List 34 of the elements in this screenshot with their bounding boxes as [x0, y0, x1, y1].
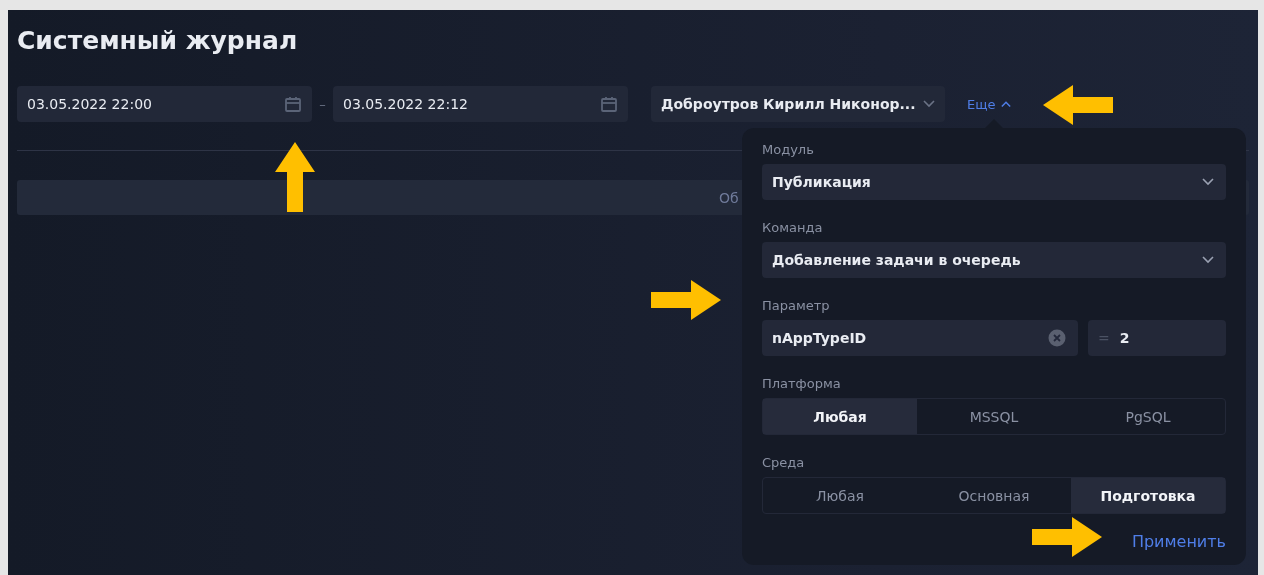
value-field[interactable]: = 2	[1088, 320, 1226, 356]
module-select[interactable]: Публикация	[762, 164, 1226, 200]
more-link[interactable]: Еще	[967, 96, 1012, 112]
chevron-down-icon	[1202, 256, 1214, 264]
arrow-icon	[275, 142, 315, 212]
segment-option[interactable]: Любая	[763, 478, 917, 513]
arrow-icon	[1043, 85, 1113, 125]
arrow-icon	[651, 280, 721, 320]
field-label: Команда	[762, 220, 824, 236]
segment-option[interactable]: Основная	[917, 478, 1071, 513]
date-field[interactable]: 03.05.2022 22:12	[333, 86, 628, 122]
segment-option[interactable]: Любая	[763, 399, 917, 434]
field-label: Модуль	[762, 142, 815, 158]
page-title: Системный журнал	[17, 25, 299, 57]
field-label: Среда	[762, 455, 806, 471]
parameter-field[interactable]: nAppTypeID	[762, 320, 1078, 356]
field-label: Платформа	[762, 376, 842, 392]
apply-link[interactable]: Применить	[1131, 532, 1226, 551]
segment-option[interactable]: Подготовка	[1071, 478, 1225, 513]
calendar-icon	[284, 95, 302, 113]
calendar-icon	[600, 95, 618, 113]
date-field[interactable]: 03.05.2022 22:00	[17, 86, 312, 122]
clear-icon[interactable]	[1048, 329, 1066, 347]
chevron-down-icon	[923, 100, 935, 108]
chevron-icon	[1001, 100, 1012, 108]
field-label: Параметр	[762, 298, 831, 314]
chevron-down-icon	[1202, 178, 1214, 186]
user-select[interactable]: Доброутров Кирилл Никонор...	[651, 86, 945, 122]
segment-option[interactable]: PgSQL	[1071, 399, 1225, 434]
arrow-icon	[1032, 517, 1102, 557]
command-select[interactable]: Добавление задачи в очередь	[762, 242, 1226, 278]
column-header: Об	[719, 189, 739, 206]
segment-option[interactable]: MSSQL	[917, 399, 1071, 434]
range-separator: –	[318, 96, 327, 112]
